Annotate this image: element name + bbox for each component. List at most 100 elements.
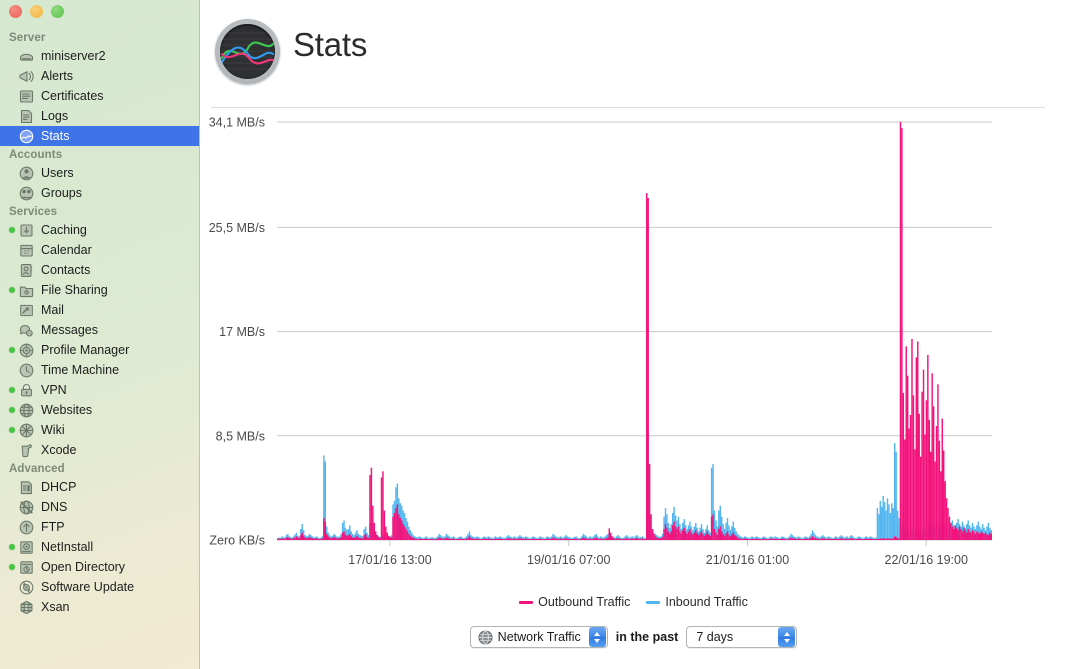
service-status-placeholder xyxy=(9,584,15,590)
chat-bubble-icon xyxy=(18,322,35,339)
sidebar-item-label: Certificates xyxy=(41,88,104,103)
sidebar-item-label: Caching xyxy=(41,222,87,237)
sidebar-item-caching[interactable]: Caching xyxy=(0,220,199,240)
sidebar-item-wiki[interactable]: Wiki xyxy=(0,420,199,440)
sidebar-item-xsan[interactable]: Xsan xyxy=(0,597,199,617)
server-icon xyxy=(18,48,35,65)
service-status-placeholder xyxy=(9,190,15,196)
sidebar-item-messages[interactable]: Messages xyxy=(0,320,199,340)
sidebar-item-groups[interactable]: Groups xyxy=(0,183,199,203)
server-app-window: Server miniserver2 Alerts Certificates Logs S… xyxy=(0,0,1067,669)
sidebar-item-certificates[interactable]: Certificates xyxy=(0,86,199,106)
sidebar-section-header: Server xyxy=(9,32,46,44)
sidebar-item-vpn[interactable]: VPN xyxy=(0,380,199,400)
sidebar-item-label: Xsan xyxy=(41,599,70,614)
sidebar-nav: Server miniserver2 Alerts Certificates Logs S… xyxy=(0,29,199,617)
sidebar-item-profile-manager[interactable]: Profile Manager xyxy=(0,340,199,360)
wiki-wheel-icon xyxy=(18,422,35,439)
service-status-placeholder xyxy=(9,484,15,490)
sidebar-item-xcode[interactable]: Xcode xyxy=(0,440,199,460)
sidebar-item-miniserver2[interactable]: miniserver2 xyxy=(0,46,199,66)
sidebar-item-label: Websites xyxy=(41,402,93,417)
sidebar-item-users[interactable]: Users xyxy=(0,163,199,183)
sidebar-item-dhcp[interactable]: DHCP xyxy=(0,477,199,497)
sidebar-item-calendar[interactable]: 17 Calendar xyxy=(0,240,199,260)
document-icon xyxy=(18,108,35,125)
service-running-indicator xyxy=(9,227,15,233)
sidebar-item-alerts[interactable]: Alerts xyxy=(0,66,199,86)
hammer-icon xyxy=(18,442,35,459)
download-box-icon xyxy=(18,222,35,239)
sidebar-item-label: NetInstall xyxy=(41,539,94,554)
x-axis-tick-label: 21/01/16 01:00 xyxy=(706,553,789,567)
sidebar-item-label: Wiki xyxy=(41,422,65,437)
software-update-icon xyxy=(18,579,35,596)
service-status-placeholder xyxy=(9,307,15,313)
chart-gridlines xyxy=(277,121,992,546)
service-running-indicator xyxy=(9,544,15,550)
window-traffic-lights xyxy=(9,5,64,18)
legend-label: Inbound Traffic xyxy=(665,595,748,609)
sidebar-item-open-directory[interactable]: Open Directory xyxy=(0,557,199,577)
stats-app-icon xyxy=(215,19,280,84)
page-header: Stats xyxy=(200,0,1067,108)
ftp-upload-icon xyxy=(18,519,35,536)
service-status-placeholder xyxy=(9,53,15,59)
lock-icon xyxy=(18,382,35,399)
service-running-indicator xyxy=(9,427,15,433)
y-axis-tick-label: 34,1 MB/s xyxy=(209,116,265,130)
sidebar-item-contacts[interactable]: Contacts xyxy=(0,260,199,280)
range-stepper[interactable] xyxy=(778,627,796,647)
legend-label: Outbound Traffic xyxy=(538,595,631,609)
page-title: Stats xyxy=(293,26,368,63)
x-axis-tick-label: 19/01/16 07:00 xyxy=(527,553,610,567)
sidebar-item-label: Profile Manager xyxy=(41,342,130,357)
service-running-indicator xyxy=(9,287,15,293)
folder-icon xyxy=(18,282,35,299)
xsan-cube-icon xyxy=(18,599,35,616)
service-status-placeholder xyxy=(9,504,15,510)
metric-stepper[interactable] xyxy=(588,627,606,647)
maximize-window-button[interactable] xyxy=(51,5,64,18)
open-directory-icon xyxy=(18,559,35,576)
legend-color-swatch xyxy=(519,600,534,604)
sidebar-item-file-sharing[interactable]: File Sharing xyxy=(0,280,199,300)
chart-series-area xyxy=(277,122,992,540)
sidebar-item-stats[interactable]: Stats xyxy=(0,126,199,146)
service-status-placeholder xyxy=(9,604,15,610)
range-value: 7 days xyxy=(696,630,734,644)
sidebar-item-ftp[interactable]: FTP xyxy=(0,517,199,537)
sidebar-item-label: DNS xyxy=(41,499,68,514)
sidebar-item-label: Calendar xyxy=(41,242,92,257)
network-traffic-chart: 34,1 MB/s 25,5 MB/s 17 MB/s 8,5 MB/s Zero KB… xyxy=(200,108,1067,628)
range-select[interactable]: 7 days xyxy=(686,626,798,648)
svg-text:17: 17 xyxy=(24,250,30,256)
chart-x-axis-labels: 17/01/16 13:00 19/01/16 07:00 21/01/16 01:… xyxy=(348,553,968,567)
sidebar-item-label: Stats xyxy=(41,128,70,143)
sidebar-item-websites[interactable]: Websites xyxy=(0,400,199,420)
minimize-window-button[interactable] xyxy=(30,5,43,18)
service-status-placeholder xyxy=(9,327,15,333)
close-window-button[interactable] xyxy=(9,5,22,18)
sidebar-item-label: Users xyxy=(41,165,74,180)
mail-icon xyxy=(18,302,35,319)
sidebar: Server miniserver2 Alerts Certificates Logs S… xyxy=(0,0,200,669)
sidebar-item-mail[interactable]: Mail xyxy=(0,300,199,320)
x-axis-tick-label: 22/01/16 19:00 xyxy=(885,553,968,567)
netinstall-icon xyxy=(18,539,35,556)
service-running-indicator xyxy=(9,347,15,353)
sidebar-item-time-machine[interactable]: Time Machine xyxy=(0,360,199,380)
user-icon xyxy=(18,165,35,182)
sidebar-item-logs[interactable]: Logs xyxy=(0,106,199,126)
groups-icon xyxy=(18,185,35,202)
globe-icon xyxy=(18,402,35,419)
contacts-icon xyxy=(18,262,35,279)
metric-select[interactable]: Network Traffic xyxy=(469,626,608,648)
sidebar-item-dns[interactable]: DNS xyxy=(0,497,199,517)
metric-value: Network Traffic xyxy=(497,630,581,644)
sidebar-section-header: Services xyxy=(9,206,58,218)
sidebar-section-header: Advanced xyxy=(9,463,65,475)
sidebar-item-netinstall[interactable]: NetInstall xyxy=(0,537,199,557)
sidebar-item-label: miniserver2 xyxy=(41,48,106,63)
sidebar-item-software-update[interactable]: Software Update xyxy=(0,577,199,597)
